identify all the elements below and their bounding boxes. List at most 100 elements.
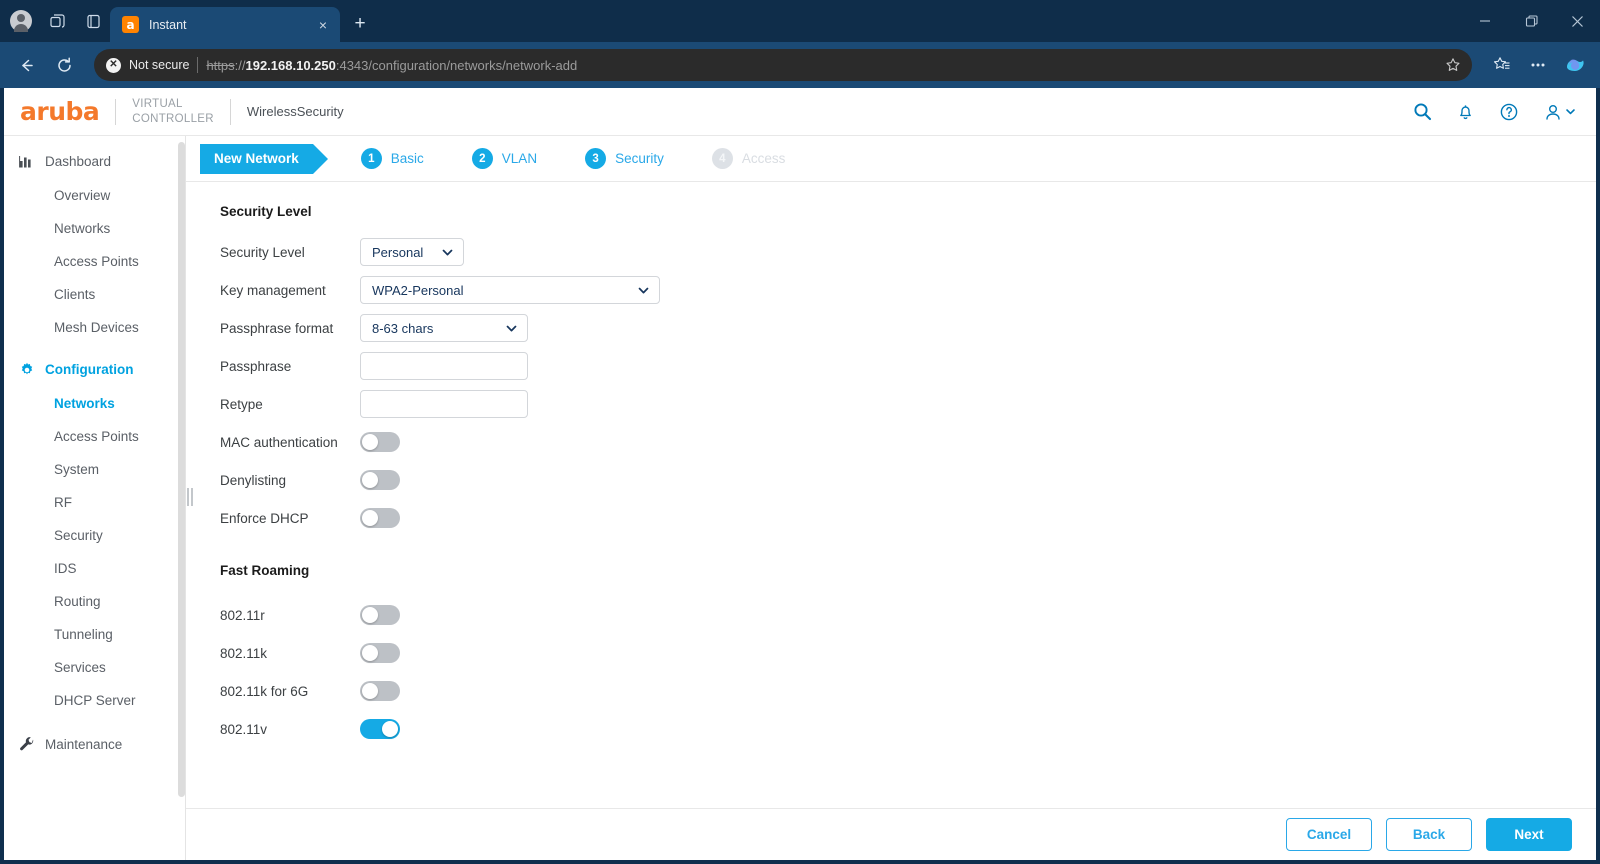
sidebar-item-access-points[interactable]: Access Points [4, 420, 185, 453]
tab-actions-icon[interactable] [82, 10, 104, 32]
field-row-mac-authentication: MAC authentication [220, 423, 1596, 461]
security-form: Security Level Security Level Personal K… [186, 182, 1596, 808]
field-label-802-11v: 802.11v [220, 721, 268, 737]
wizard-step-label: VLAN [501, 151, 538, 166]
url-scheme-suffix: :// [234, 57, 246, 73]
url-text[interactable]: https://192.168.10.250:4343/configuratio… [206, 58, 1432, 73]
sidebar-item-rf[interactable]: RF [4, 486, 185, 519]
sidebar-item-routing[interactable]: Routing [4, 585, 185, 618]
field-row-802-11r: 802.11r [220, 596, 1596, 634]
802-11v-toggle[interactable] [360, 719, 400, 739]
minimize-icon[interactable] [1462, 0, 1508, 42]
retype-passphrase-input[interactable] [360, 390, 528, 418]
key-management-select[interactable]: WPA2-Personal [360, 276, 660, 304]
sidebar-scrollbar-thumb[interactable] [178, 142, 185, 797]
chevron-down-icon [505, 322, 518, 335]
sidebar-item-overview[interactable]: Overview [4, 179, 185, 212]
help-icon[interactable] [1499, 102, 1519, 122]
back-button[interactable]: Back [1386, 818, 1472, 851]
app-header: aruba VIRTUAL CONTROLLER WirelessSecurit… [4, 88, 1596, 136]
restore-icon[interactable] [1508, 0, 1554, 42]
browser-titlebar: a Instant × + [0, 0, 1600, 42]
browser-tab[interactable]: a Instant × [110, 7, 340, 42]
copilot-icon[interactable] [1558, 49, 1590, 81]
wizard-step-basic[interactable]: 1 Basic [360, 148, 424, 169]
sidebar-item-security[interactable]: Security [4, 519, 185, 552]
key-management-value: WPA2-Personal [372, 282, 464, 298]
sidebar-item-tunneling[interactable]: Tunneling [4, 618, 185, 651]
cancel-button[interactable]: Cancel [1286, 818, 1372, 851]
wrench-icon [18, 736, 35, 753]
mac-authentication-toggle[interactable] [360, 432, 400, 452]
wizard-step-vlan[interactable]: 2 VLAN [471, 148, 538, 169]
aruba-logo[interactable]: aruba [20, 97, 100, 126]
802-11k-toggle[interactable] [360, 643, 400, 663]
passphrase-format-value: 8-63 chars [372, 320, 434, 336]
sidebar-item-dashboard-networks[interactable]: Networks [4, 212, 185, 245]
sidebar-item-ids[interactable]: IDS [4, 552, 185, 585]
app-title: WirelessSecurity [246, 104, 344, 119]
wizard-steps-bar: New Network 1 Basic 2 VLAN 3 Security 4 [186, 136, 1596, 182]
sidebar-group-dashboard[interactable]: Dashboard [4, 144, 185, 179]
security-status-label: Not secure [129, 58, 190, 72]
sidebar-item-services[interactable]: Services [4, 651, 185, 684]
sidebar-group-configuration[interactable]: Configuration [4, 352, 185, 387]
sidebar-item-clients[interactable]: Clients [4, 278, 185, 311]
settings-more-icon[interactable] [1522, 49, 1554, 81]
sidebar-group-label: Dashboard [45, 154, 112, 169]
close-icon[interactable] [1554, 0, 1600, 42]
back-button[interactable] [10, 49, 42, 81]
wizard-footer: Cancel Back Next [186, 808, 1596, 860]
address-bar[interactable]: ✕ Not secure https://192.168.10.250:4343… [94, 49, 1472, 81]
field-label-802-11k: 802.11k [220, 645, 268, 661]
collections-icon[interactable] [1486, 49, 1518, 81]
wizard-tab-new-network[interactable]: New Network [200, 143, 328, 174]
sidebar-item-system[interactable]: System [4, 453, 185, 486]
802-11r-toggle[interactable] [360, 605, 400, 625]
sidebar-item-networks[interactable]: Networks [4, 387, 185, 420]
wizard-step-number: 4 [711, 148, 733, 169]
url-path: :4343/configuration/networks/network-add [335, 57, 578, 73]
content-area: New Network 1 Basic 2 VLAN 3 Security 4 [186, 136, 1596, 860]
chevron-down-icon [441, 246, 454, 259]
bar-chart-icon [18, 153, 35, 170]
notification-bell-icon[interactable] [1456, 102, 1475, 121]
wizard-step-number: 1 [360, 148, 382, 169]
sidebar-group-maintenance[interactable]: Maintenance [4, 727, 185, 762]
virtual-controller-line1: VIRTUAL [132, 98, 183, 111]
802-11k-6g-toggle[interactable] [360, 681, 400, 701]
next-button[interactable]: Next [1486, 818, 1572, 851]
user-account-icon[interactable] [1543, 102, 1576, 122]
profile-icon[interactable] [10, 10, 32, 32]
wizard-step-label: Basic [390, 151, 424, 166]
denylisting-toggle[interactable] [360, 470, 400, 490]
tab-title: Instant [149, 17, 187, 32]
security-level-value: Personal [372, 244, 424, 260]
sidebar-item-dashboard-access-points[interactable]: Access Points [4, 245, 185, 278]
browser-toolbar: ✕ Not secure https://192.168.10.250:4343… [0, 42, 1600, 88]
page-body: Dashboard Overview Networks Access Point… [4, 136, 1596, 860]
sidebar-resize-handle[interactable] [186, 486, 193, 508]
header-icons [1413, 102, 1576, 122]
favorites-star-icon[interactable] [1440, 57, 1466, 73]
field-label-802-11r: 802.11r [220, 607, 265, 623]
search-icon[interactable] [1413, 102, 1432, 121]
split-screen-icon[interactable] [46, 10, 68, 32]
reload-button[interactable] [48, 49, 80, 81]
tab-close-icon[interactable]: × [314, 18, 332, 32]
new-tab-button[interactable]: + [346, 10, 374, 38]
passphrase-input[interactable] [360, 352, 528, 380]
wizard-step-security[interactable]: 3 Security [585, 148, 664, 169]
aruba-favicon-icon: a [122, 16, 139, 33]
window-controls [1462, 0, 1600, 42]
page-viewport: aruba VIRTUAL CONTROLLER WirelessSecurit… [4, 88, 1596, 860]
not-secure-icon[interactable]: ✕ [106, 57, 121, 73]
security-level-select[interactable]: Personal [360, 238, 464, 266]
sidebar-scrollbar-track[interactable] [178, 136, 185, 860]
sidebar-item-mesh-devices[interactable]: Mesh Devices [4, 311, 185, 344]
sidebar-item-dhcp-server[interactable]: DHCP Server [4, 684, 185, 717]
passphrase-format-select[interactable]: 8-63 chars [360, 314, 528, 342]
browser-window: a Instant × + ✕ Not secure https://192.1… [0, 0, 1600, 864]
field-row-denylisting: Denylisting [220, 461, 1596, 499]
enforce-dhcp-toggle[interactable] [360, 508, 400, 528]
